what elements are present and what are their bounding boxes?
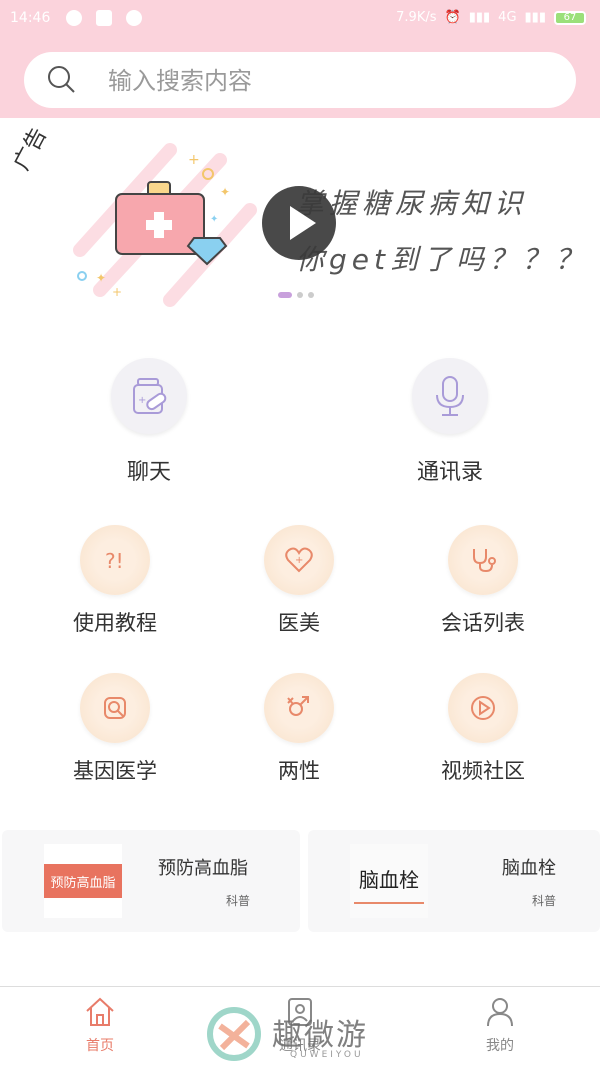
net-speed: 7.9K/s — [396, 10, 437, 25]
ad-label: 广告 — [9, 123, 53, 175]
feature-label: 使用教程 — [73, 611, 157, 635]
feature-gender[interactable]: 两性 — [219, 673, 379, 785]
feature-label: 视频社区 — [441, 759, 525, 783]
feature-tutorial[interactable]: ?! 使用教程 — [35, 525, 195, 637]
feature-label: 两性 — [278, 759, 320, 783]
article-list: 预防高血脂 预防高血脂 科普 脑血栓 脑血栓 科普 — [0, 830, 600, 932]
feature-beauty[interactable]: + 医美 — [219, 525, 379, 637]
article-tag: 科普 — [226, 894, 251, 908]
feature-sessions[interactable]: 会话列表 — [403, 525, 563, 637]
ad-banner[interactable]: 广告 + ✦ ✦ + ✦ 掌握糖尿病知识 你get到了吗？？？ — [0, 118, 600, 318]
status-time: 14:46 — [10, 10, 51, 26]
article-title: 预防高血脂 — [158, 858, 248, 879]
feature-label: 医美 — [278, 611, 320, 635]
notification-icon — [126, 10, 142, 26]
tab-profile[interactable]: 我的 — [440, 995, 560, 1055]
status-bar: 14:46 7.9K/s ⏰ ▮▮▮ 4G ▮▮▮ 67 — [0, 0, 600, 38]
svg-text:+: + — [295, 555, 303, 566]
thumbnail-underline — [354, 902, 424, 904]
question-icon: ?! — [80, 525, 150, 595]
article-title: 脑血栓 — [502, 858, 556, 879]
play-circle-icon — [448, 673, 518, 743]
thumbnail-text: 预防高血脂 — [44, 864, 122, 898]
signal-icon: ▮▮▮ — [524, 10, 546, 25]
network-type: 4G — [498, 10, 517, 25]
gender-icon — [264, 673, 334, 743]
heart-icon: + — [264, 525, 334, 595]
feature-gene[interactable]: 基因医学 — [35, 673, 195, 785]
alarm-icon: ⏰ — [444, 10, 461, 25]
article-tag: 科普 — [532, 894, 557, 908]
banner-text: 掌握糖尿病知识 你get到了吗？？？ — [296, 176, 588, 288]
carousel-indicator[interactable] — [278, 292, 314, 298]
play-button[interactable] — [262, 186, 336, 260]
search-icon — [48, 66, 75, 93]
carousel-dot[interactable] — [297, 292, 303, 298]
tab-label: 首页 — [86, 1038, 114, 1054]
stethoscope-icon — [448, 525, 518, 595]
header — [0, 38, 600, 118]
carousel-dot[interactable] — [308, 292, 314, 298]
medicine-bottle-icon: + — [111, 358, 187, 434]
banner-line-2: 你get到了吗？？？ — [296, 243, 588, 276]
svg-text:+: + — [112, 285, 122, 299]
search-input[interactable] — [106, 62, 550, 100]
feature-label: 基因医学 — [73, 759, 157, 783]
carousel-dot[interactable] — [278, 292, 292, 298]
watermark-text: 趣微游 — [272, 1018, 368, 1053]
svg-text:+: + — [188, 152, 200, 168]
banner-line-1: 掌握糖尿病知识 — [296, 187, 528, 220]
microphone-icon — [412, 358, 488, 434]
battery-icon: 67 — [554, 10, 586, 25]
watermark-subtext: QUWEIYOU — [290, 1050, 364, 1060]
svg-text:✦: ✦ — [220, 185, 230, 199]
signal-icon: ▮▮▮ — [468, 10, 491, 25]
feature-chat[interactable]: + 聊天 — [69, 358, 229, 486]
tab-label: 我的 — [486, 1038, 514, 1054]
feature-video[interactable]: 视频社区 — [403, 673, 563, 785]
search-document-icon — [80, 673, 150, 743]
home-icon — [86, 997, 114, 1026]
bag-icon — [96, 10, 112, 26]
watermark: 趣微游 QUWEIYOU — [206, 1006, 406, 1066]
feature-label: 聊天 — [126, 460, 171, 485]
tab-home[interactable]: 首页 — [40, 995, 160, 1055]
svg-text:✦: ✦ — [96, 271, 106, 285]
user-icon — [487, 998, 513, 1027]
medical-kit-icon: + ✦ ✦ + ✦ — [73, 143, 257, 307]
feature-label: 通讯录 — [416, 460, 483, 485]
search-bar[interactable] — [24, 52, 576, 108]
watermark-logo-icon — [207, 1007, 261, 1061]
article-card[interactable]: 脑血栓 脑血栓 科普 — [308, 830, 600, 932]
article-thumbnail: 脑血栓 — [350, 844, 428, 918]
svg-text:?!: ?! — [105, 549, 124, 573]
notification-icon — [66, 10, 82, 26]
feature-contacts[interactable]: 通讯录 — [370, 358, 530, 486]
article-thumbnail: 预防高血脂 — [44, 844, 122, 918]
svg-text:✦: ✦ — [210, 214, 218, 225]
article-card[interactable]: 预防高血脂 预防高血脂 科普 — [2, 830, 300, 932]
svg-text:+: + — [138, 395, 146, 406]
thumbnail-text: 脑血栓 — [359, 868, 419, 892]
feature-label: 会话列表 — [441, 611, 525, 635]
